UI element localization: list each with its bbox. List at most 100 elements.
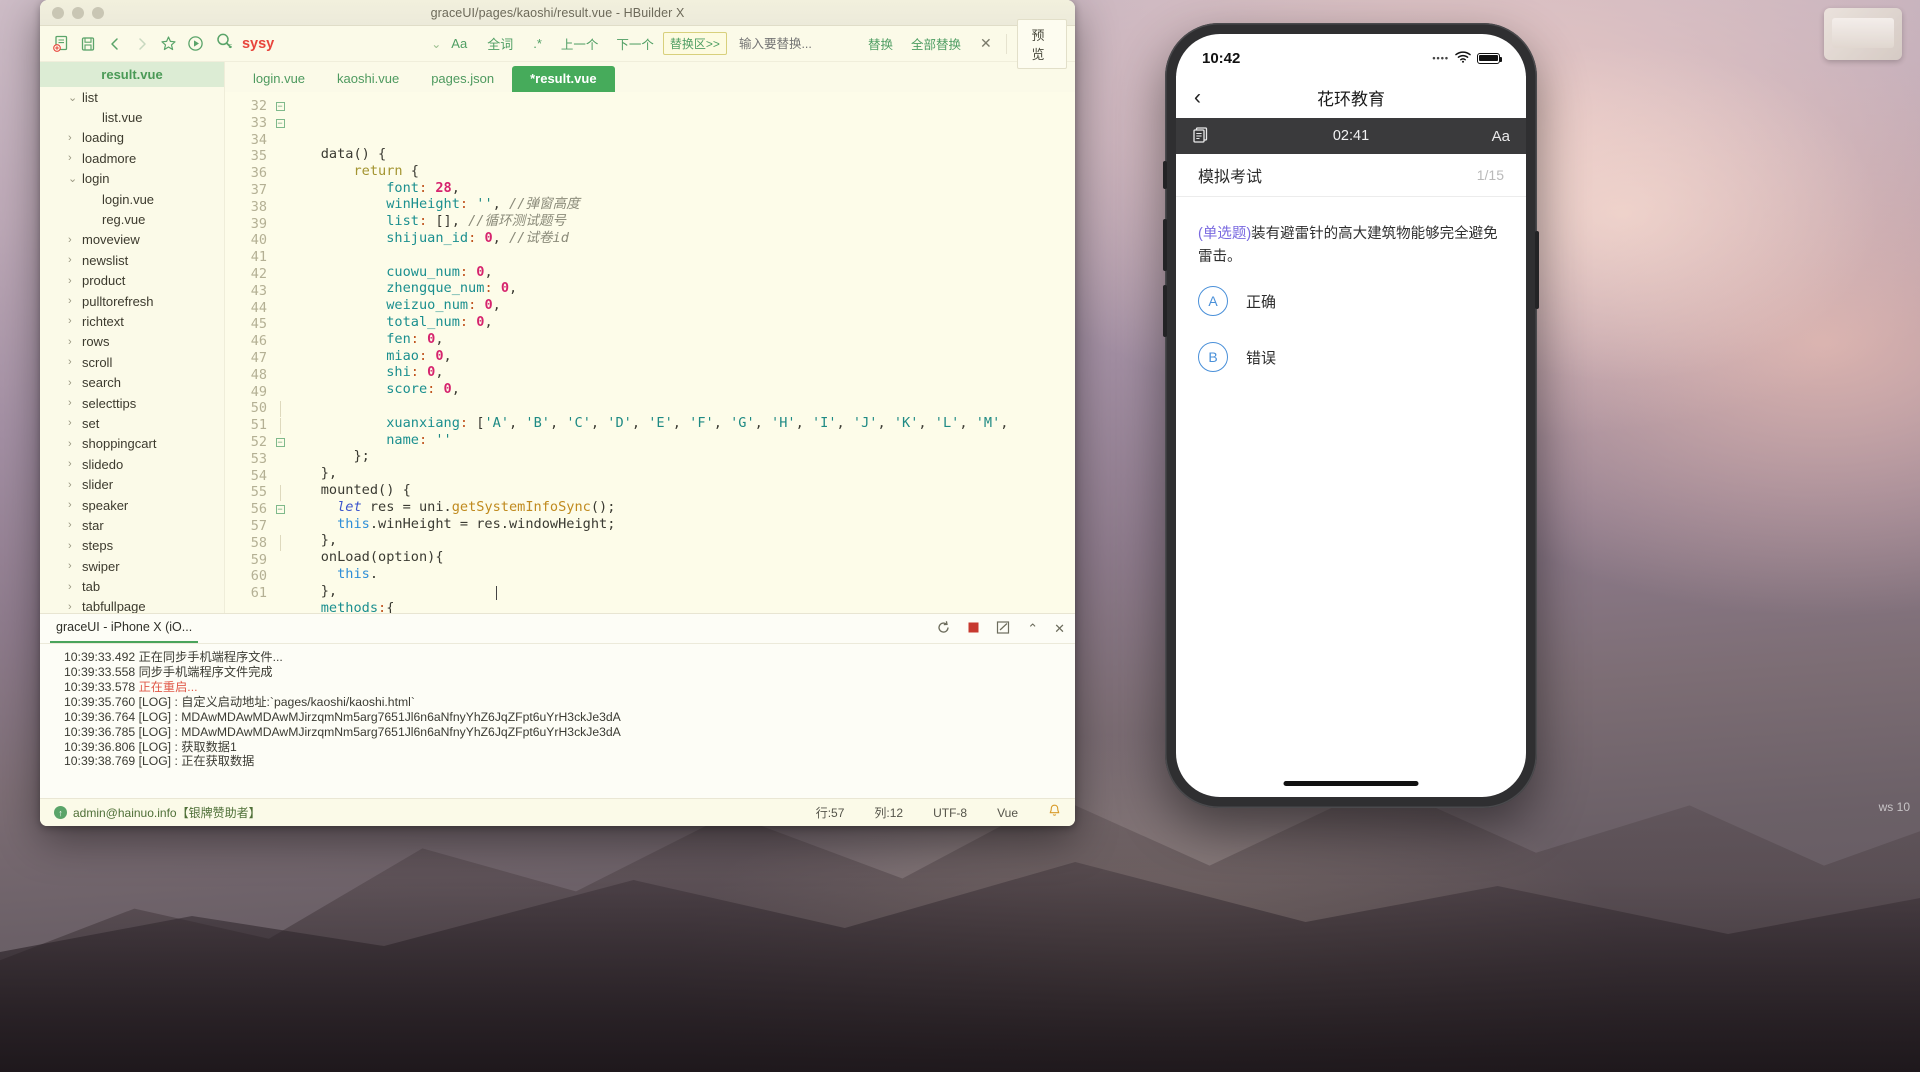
code-line[interactable]: zhengque_num: 0, <box>288 280 1075 297</box>
search-group[interactable]: s sysy ⌄ <box>215 32 441 55</box>
back-icon[interactable] <box>102 29 129 59</box>
code-line[interactable]: this.winHeight = res.windowHeight; <box>288 516 1075 533</box>
tree-item-reg-vue[interactable]: ›reg.vue <box>40 209 224 229</box>
code-line[interactable]: let res = uni.getSystemInfoSync(); <box>288 499 1075 516</box>
status-user[interactable]: ↑ admin@hainuo.info【银牌赞助者】 <box>54 804 261 821</box>
editor-tab-pagesjson[interactable]: pages.json <box>417 66 508 92</box>
fold-toggle-icon[interactable]: − <box>272 115 288 132</box>
regex-button[interactable]: .* <box>523 36 552 51</box>
chevron-right-icon[interactable]: › <box>68 601 82 613</box>
status-language[interactable]: Vue <box>997 806 1018 820</box>
tree-item-search[interactable]: › search <box>40 372 224 392</box>
replace-area-toggle[interactable]: 替换区>> <box>662 32 727 55</box>
chevron-right-icon[interactable]: › <box>68 254 82 266</box>
save-icon[interactable] <box>75 29 102 59</box>
code-line[interactable]: shi: 0, <box>288 364 1075 381</box>
editor-tab-resultvue[interactable]: *result.vue <box>512 66 615 92</box>
replace-all-button[interactable]: 全部替换 <box>902 34 970 53</box>
tree-item-loading[interactable]: › loading <box>40 128 224 148</box>
tree-item-scroll[interactable]: › scroll <box>40 352 224 372</box>
code-line[interactable]: shijuan_id: 0, //试卷id <box>288 230 1075 247</box>
code-line[interactable]: score: 0, <box>288 381 1075 398</box>
tree-item-rows[interactable]: › rows <box>40 332 224 352</box>
tree-item-star[interactable]: › star <box>40 515 224 535</box>
code-line[interactable]: methods:{ <box>288 600 1075 613</box>
editor-tab-loginvue[interactable]: login.vue <box>239 66 319 92</box>
code-line[interactable]: onLoad(option){ <box>288 549 1075 566</box>
chevron-right-icon[interactable]: › <box>68 438 82 450</box>
tree-item-tab[interactable]: › tab <box>40 576 224 596</box>
tree-item-pulltorefresh[interactable]: › pulltorefresh <box>40 291 224 311</box>
collapse-icon[interactable]: ⌃ <box>1027 622 1038 635</box>
tree-item-newslist[interactable]: › newslist <box>40 250 224 270</box>
chevron-right-icon[interactable]: › <box>68 479 82 491</box>
tree-item-tabfullpage[interactable]: › tabfullpage <box>40 597 224 613</box>
chevron-right-icon[interactable]: › <box>68 458 82 470</box>
chevron-right-icon[interactable]: › <box>68 295 82 307</box>
tree-item-slidedo[interactable]: › slidedo <box>40 454 224 474</box>
code-line[interactable]: list: [], //循环测试题号 <box>288 213 1075 230</box>
find-previous-button[interactable]: 上一个 <box>552 34 608 53</box>
tree-item-richtext[interactable]: › richtext <box>40 311 224 331</box>
code-line[interactable]: winHeight: '', //弹窗高度 <box>288 196 1075 213</box>
code-line[interactable]: cuowu_num: 0, <box>288 264 1075 281</box>
chevron-down-icon[interactable]: ⌄ <box>68 172 82 185</box>
status-line[interactable]: 行:57 <box>816 804 845 821</box>
preview-button[interactable]: 预览 <box>1016 18 1068 69</box>
tree-item-speaker[interactable]: › speaker <box>40 495 224 515</box>
chevron-right-icon[interactable]: › <box>68 377 82 389</box>
close-search-icon[interactable]: ✕ <box>970 35 1002 52</box>
tree-item-shoppingcart[interactable]: › shoppingcart <box>40 434 224 454</box>
chevron-right-icon[interactable]: › <box>68 275 82 287</box>
code-fold-column[interactable]: − − − − <box>272 92 288 613</box>
code-line[interactable]: data() { <box>288 146 1075 163</box>
tree-item-moveview[interactable]: › moveview <box>40 230 224 250</box>
notification-bell-icon[interactable] <box>1048 804 1061 821</box>
chevron-right-icon[interactable]: › <box>68 397 82 409</box>
code-line[interactable] <box>288 398 1075 415</box>
code-line[interactable]: }; <box>288 448 1075 465</box>
code-line[interactable]: }, <box>288 465 1075 482</box>
status-column[interactable]: 列:12 <box>874 804 903 821</box>
fold-toggle-icon[interactable]: − <box>272 501 288 518</box>
chevron-right-icon[interactable]: › <box>68 417 82 429</box>
chevron-right-icon[interactable]: › <box>68 132 82 144</box>
code-line[interactable]: this. <box>288 566 1075 583</box>
code-line[interactable]: miao: 0, <box>288 348 1075 365</box>
forward-icon[interactable] <box>128 29 155 59</box>
tree-item-swiper[interactable]: › swiper <box>40 556 224 576</box>
console-log-list[interactable]: 10:39:33.492 正在同步手机端程序文件... 10:39:33.558 … <box>40 644 1075 798</box>
tree-item-set[interactable]: › set <box>40 413 224 433</box>
tree-item-list[interactable]: ⌄ list <box>40 87 224 107</box>
status-encoding[interactable]: UTF-8 <box>933 806 967 820</box>
code-line[interactable]: fen: 0, <box>288 331 1075 348</box>
exam-option-B[interactable]: B 错误 <box>1176 329 1526 385</box>
clear-console-icon[interactable] <box>996 620 1011 637</box>
fold-toggle-icon[interactable]: − <box>272 434 288 451</box>
tree-item-list-vue[interactable]: ›list.vue <box>40 107 224 127</box>
fold-toggle-icon[interactable]: − <box>272 98 288 115</box>
chevron-right-icon[interactable]: › <box>68 234 82 246</box>
chevron-right-icon[interactable]: › <box>68 499 82 511</box>
code-line[interactable]: name: '' <box>288 432 1075 449</box>
chevron-down-icon[interactable]: ⌄ <box>431 37 441 51</box>
stop-icon[interactable] <box>967 621 980 636</box>
restart-icon[interactable] <box>936 620 951 637</box>
phone-silent-switch[interactable] <box>1163 161 1167 189</box>
bookmark-star-icon[interactable] <box>155 29 182 59</box>
tree-item-login-vue[interactable]: ›login.vue <box>40 189 224 209</box>
chevron-right-icon[interactable]: › <box>68 519 82 531</box>
search-icon[interactable]: s <box>215 32 235 55</box>
chevron-right-icon[interactable]: › <box>68 356 82 368</box>
tree-item-login[interactable]: ⌄ login <box>40 169 224 189</box>
code-area[interactable]: 32 33 34 35 36 37 38 39 40 41 42 43 44 45 46 47 48 49 50 51… <box>225 92 1075 613</box>
code-line[interactable]: return { <box>288 163 1075 180</box>
code-content[interactable]: data() { return { font: 28, winHeight: '… <box>288 92 1075 613</box>
editor-tab-kaoshivue[interactable]: kaoshi.vue <box>323 66 413 92</box>
tree-item-slider[interactable]: › slider <box>40 474 224 494</box>
replace-button[interactable]: 替换 <box>859 34 902 53</box>
tree-item-selecttips[interactable]: › selecttips <box>40 393 224 413</box>
code-line[interactable]: mounted() { <box>288 482 1075 499</box>
new-file-icon[interactable] <box>48 29 75 59</box>
code-line[interactable]: weizuo_num: 0, <box>288 297 1075 314</box>
